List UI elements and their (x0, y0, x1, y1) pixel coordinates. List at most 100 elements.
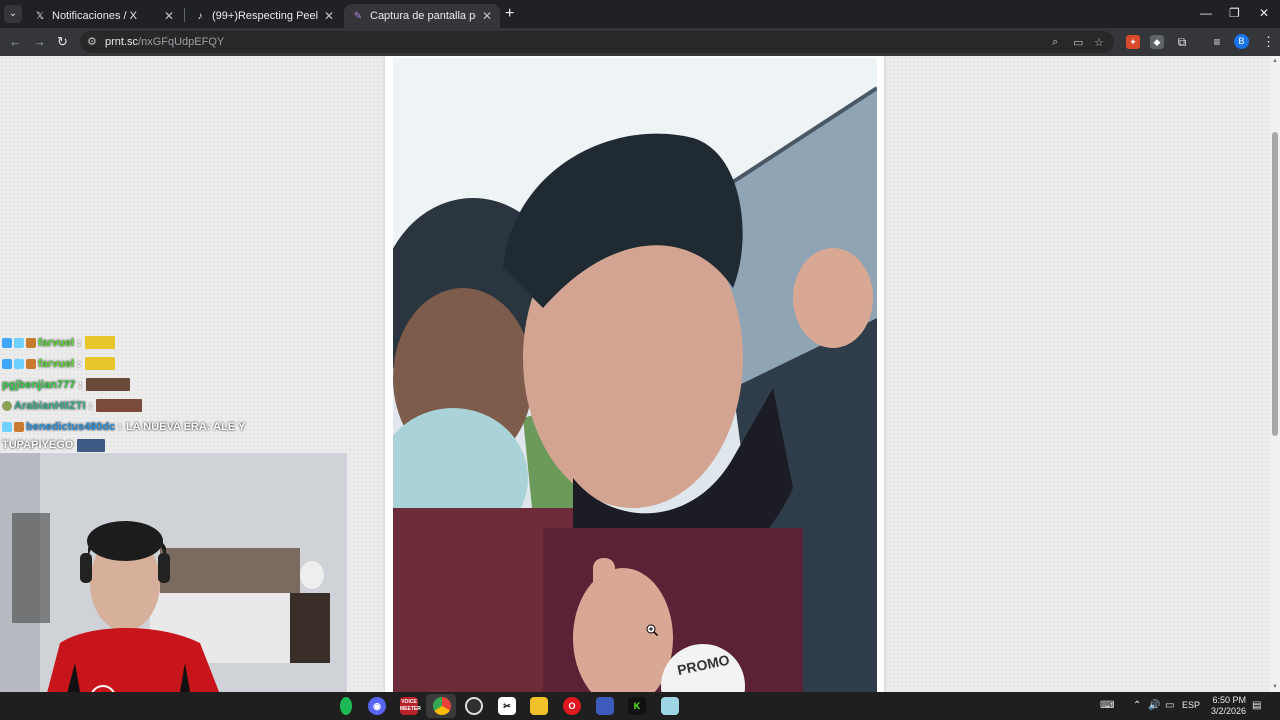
shared-photo: PROMO (393, 58, 877, 692)
tab-divider (184, 8, 185, 22)
spotify-icon[interactable] (340, 697, 352, 715)
close-icon[interactable]: ✕ (164, 9, 174, 23)
chat-message: pgjbenjian777 : (2, 374, 252, 395)
badge-icon (14, 358, 24, 369)
profile-avatar[interactable]: B (1234, 34, 1249, 49)
file-explorer-icon[interactable] (530, 697, 548, 715)
extension-fox-icon[interactable]: ✦ (1126, 35, 1140, 49)
emote-image (96, 399, 143, 412)
extension-shield-icon[interactable]: ◆ (1150, 35, 1164, 49)
forward-button[interactable]: → (33, 34, 46, 49)
badge-icon (2, 358, 12, 369)
webcam-overlay (0, 453, 347, 692)
tab-title: (99+)Respecting Peely Players i (212, 10, 318, 22)
scroll-up-arrow-icon[interactable]: ▲ (1272, 58, 1278, 64)
page-viewport: PROMO farvuel : farvuel : pgjbenjian777 … (0, 56, 1270, 692)
windows-taskbar: ◉ VOICE MEETER ✂ O K ⌨ ⌃ 🔊 ▭ ESP 6:50 PM… (0, 692, 1280, 720)
chat-separator: : (118, 420, 122, 433)
chat-username: farvuel (38, 336, 75, 349)
chat-message: farvuel : (2, 353, 252, 374)
tab-strip: ⌄ 𝕏 Notificaciones / X ✕ ♪ (99+)Respecti… (0, 0, 1280, 28)
app-icon[interactable] (596, 697, 614, 715)
tray-overflow-chevron-icon[interactable]: ⌃ (1133, 700, 1141, 711)
chat-separator: : (77, 336, 81, 349)
opera-icon[interactable]: O (563, 697, 581, 715)
tiktok-icon: ♪ (197, 10, 203, 22)
emote-image (84, 357, 115, 370)
clock-date: 3/2/2026 (1210, 706, 1246, 716)
window-close-button[interactable]: ✕ (1259, 6, 1269, 20)
zoom-icon[interactable]: ⌕ (1052, 36, 1058, 49)
voicemeeter-label: VOICE MEETER (400, 699, 421, 712)
system-clock[interactable]: 6:50 PM 3/2/2026 (1200, 695, 1246, 717)
chat-message: farvuel : (2, 332, 252, 353)
restore-button[interactable]: ❐ (1229, 6, 1240, 20)
new-tab-button[interactable]: + (505, 5, 514, 23)
chat-separator: : (78, 378, 83, 391)
network-icon[interactable]: ▭ (1165, 700, 1174, 711)
chat-text: TUPAPIYEGO (2, 439, 74, 451)
photo-illustration: PROMO (393, 58, 877, 692)
tab-search-button[interactable]: ⌄ (4, 5, 22, 23)
badge-icon (2, 421, 12, 432)
chat-separator: : (77, 357, 81, 370)
reload-button[interactable]: ↻ (57, 34, 68, 50)
clock-time: 6:50 PM (1212, 695, 1246, 705)
chat-username: ArabianHIIZTI (14, 399, 86, 412)
voicemeeter-icon[interactable]: VOICE MEETER (400, 697, 421, 715)
chat-text: LA NUEVA ERA: ALE Y (125, 420, 246, 433)
webcam-illustration (0, 453, 347, 692)
chrome-icon[interactable] (433, 697, 451, 715)
page-scrollbar[interactable]: ▲ ▼ (1270, 56, 1280, 692)
scrollbar-thumb[interactable] (1272, 132, 1278, 436)
badge-icon (2, 337, 12, 348)
emote-image (77, 438, 106, 452)
browser-toolbar: ← → ↻ ⚙ prnt.sc/nxGFqUdpEFQY ⌕ ▭ ☆ ✦ ◆ ⧉… (0, 28, 1280, 56)
scroll-down-arrow-icon[interactable]: ▼ (1272, 684, 1278, 690)
site-info-icon[interactable]: ⚙ (87, 35, 97, 48)
badge-icon (14, 337, 24, 348)
obs-icon[interactable] (465, 697, 483, 715)
keyboard-icon[interactable]: ⌨ (1100, 700, 1114, 711)
badge-icon (2, 400, 12, 411)
notes-icon[interactable] (661, 697, 679, 715)
back-button[interactable]: ← (9, 34, 22, 49)
kick-icon[interactable]: K (628, 697, 646, 715)
cast-icon[interactable]: ▭ (1073, 36, 1083, 49)
screenshot-image-frame: PROMO (385, 56, 884, 692)
chat-separator: : (88, 399, 93, 412)
notification-center-icon[interactable]: ▤ (1252, 700, 1261, 711)
tab-title: Captura de pantalla por Lightsh (370, 10, 476, 22)
close-icon[interactable]: ✕ (482, 9, 492, 23)
discord-icon[interactable]: ◉ (368, 697, 386, 715)
chat-username: farvuel (38, 357, 75, 370)
chat-message: ArabianHIIZTI : (2, 395, 252, 416)
tab-x-notifications[interactable]: 𝕏 Notificaciones / X ✕ (26, 4, 182, 28)
more-menu-icon[interactable]: ⋮ (1262, 34, 1275, 50)
tab-tiktok[interactable]: ♪ (99+)Respecting Peely Players i ✕ (186, 4, 342, 28)
chat-message-continuation: TUPAPIYEGO (2, 437, 252, 453)
address-bar[interactable]: ⚙ prnt.sc/nxGFqUdpEFQY ⌕ ▭ ☆ (80, 31, 1114, 53)
close-icon[interactable]: ✕ (324, 9, 334, 23)
emote-image (86, 378, 131, 391)
lightshot-feather-icon: ✎ (353, 10, 363, 22)
reading-list-icon[interactable]: ≡ (1210, 35, 1224, 49)
extensions-puzzle-icon[interactable]: ⧉ (1175, 35, 1189, 49)
bookmark-star-icon[interactable]: ☆ (1094, 36, 1104, 49)
tab-title: Notificaciones / X (52, 10, 137, 22)
chat-message: benedictus480dc : LA NUEVA ERA: ALE Y (2, 416, 252, 437)
capcut-icon[interactable]: ✂ (498, 697, 516, 715)
badge-icon (14, 421, 24, 432)
badge-icon (26, 337, 36, 348)
x-icon: 𝕏 (35, 10, 45, 22)
tab-lightshot[interactable]: ✎ Captura de pantalla por Lightsh ✕ (344, 4, 500, 28)
badge-icon (26, 358, 36, 369)
volume-icon[interactable]: 🔊 (1148, 700, 1160, 711)
emote-image (84, 336, 115, 349)
zoom-in-cursor-icon (646, 624, 658, 636)
input-language[interactable]: ESP (1182, 700, 1200, 710)
chat-username: pgjbenjian777 (2, 378, 76, 391)
minimize-button[interactable]: — (1200, 6, 1212, 20)
chat-username: benedictus480dc (26, 420, 116, 433)
url-text: prnt.sc/nxGFqUdpEFQY (105, 36, 225, 48)
